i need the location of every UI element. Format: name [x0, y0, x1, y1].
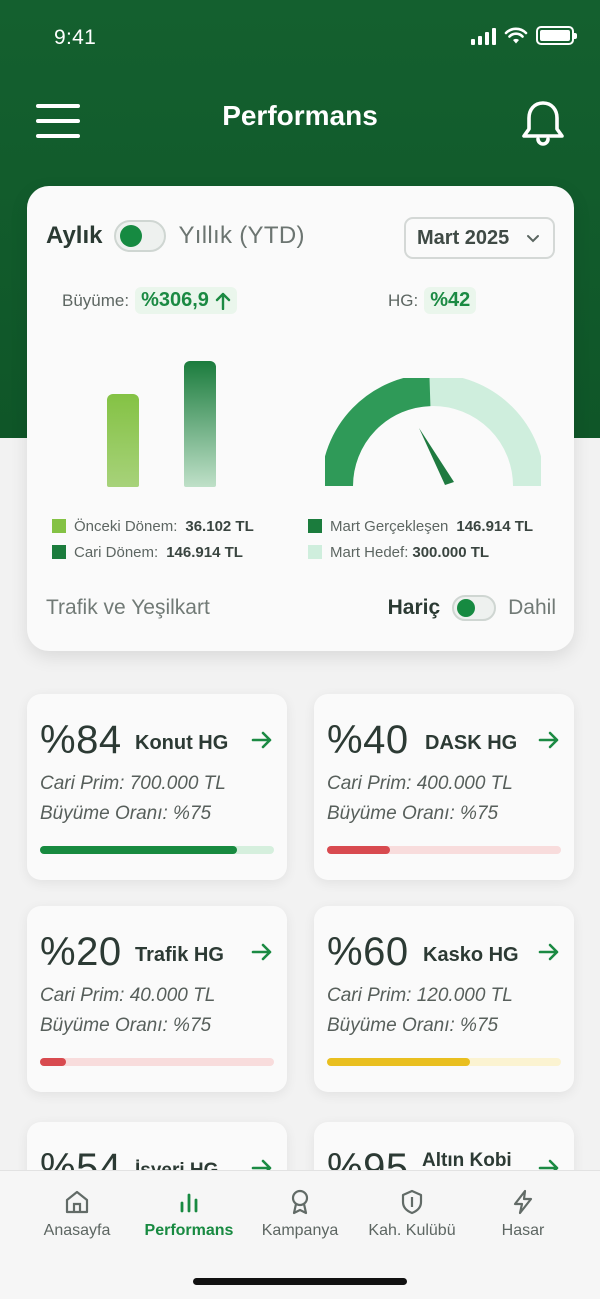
kpi-current-premium: Cari Prim: 40.000 TL: [40, 985, 216, 1006]
period-yearly-label[interactable]: Yıllık (YTD): [178, 222, 304, 250]
kpi-progress-track: [327, 1058, 561, 1066]
kpi-name: Trafik HG: [135, 944, 224, 966]
tab-performans[interactable]: Performans: [129, 1189, 249, 1240]
tab-label: Performans: [144, 1222, 234, 1239]
kpi-growth-rate: Büyüme Oranı: %75: [40, 803, 212, 824]
wifi-icon: [504, 27, 528, 43]
tab-kah-kulubu[interactable]: Kah. Kulübü: [352, 1189, 472, 1240]
kpi-current-premium: Cari Prim: 700.000 TL: [40, 773, 226, 794]
gauge-actual-arc: [325, 378, 431, 487]
bar-chart-icon: [180, 1193, 198, 1213]
kpi-percent: %84: [40, 718, 122, 762]
kpi-progress-fill: [327, 846, 391, 854]
legend-swatch-actual: [308, 519, 322, 533]
kpi-progress-fill: [40, 846, 237, 854]
kpi-percent: %40: [327, 718, 409, 762]
gauge-legend: Mart Gerçekleşen 146.914 TL Mart Hedef: 30…: [308, 513, 533, 565]
arrow-right-icon[interactable]: [251, 730, 273, 750]
legend-actual-label: Mart Gerçekleşen: [330, 517, 449, 535]
arrow-right-icon[interactable]: [538, 942, 560, 962]
legend-swatch-current: [52, 545, 66, 559]
tab-kampanya[interactable]: Kampanya: [240, 1189, 360, 1240]
kpi-name: Konut HG: [135, 732, 229, 754]
home-indicator: [193, 1278, 407, 1285]
kpi-progress-track: [40, 1058, 274, 1066]
tab-label: Kah. Kulübü: [368, 1222, 456, 1239]
legend-previous-label: Önceki Dönem:: [74, 517, 178, 535]
kpi-name: DASK HG: [425, 732, 518, 754]
gauge-needle: [419, 428, 454, 485]
period-switch: Aylık Yıllık (YTD): [46, 220, 305, 252]
period-toggle[interactable]: [114, 220, 167, 252]
notifications-button[interactable]: [518, 98, 568, 148]
hg-label: HG:: [388, 290, 419, 310]
tab-anasayfa[interactable]: Anasayfa: [17, 1189, 137, 1240]
bar-legend: Önceki Dönem: 36.102 TL Cari Dönem: 146.91…: [52, 513, 254, 565]
hg-stat: HG: %42: [388, 287, 477, 314]
kpi-current-premium: Cari Prim: 400.000 TL: [327, 773, 513, 794]
kpi-current-premium: Cari Prim: 120.000 TL: [327, 985, 513, 1006]
arrow-right-icon[interactable]: [251, 942, 273, 962]
bell-icon: [522, 101, 564, 146]
arrow-right-icon[interactable]: [538, 730, 560, 750]
home-icon: [65, 1190, 89, 1214]
legend-target-value: 300.000 TL: [412, 543, 490, 561]
traffic-filter-row: Trafik ve Yeşilkart Hariç Dahil: [46, 590, 556, 626]
bar-previous-period: [107, 393, 139, 487]
kpi-name: Altın Kobi: [422, 1150, 512, 1171]
chevron-down-icon: [527, 235, 539, 243]
kpi-progress-fill: [327, 1058, 470, 1066]
legend-swatch-target: [308, 545, 322, 559]
battery-icon: [536, 26, 577, 45]
legend-swatch-previous: [52, 519, 66, 533]
kpi-progress-fill: [40, 1058, 66, 1066]
tab-label: Anasayfa: [43, 1222, 111, 1239]
legend-current-value: 146.914 TL: [166, 543, 243, 561]
kpi-card-dask[interactable]: %40 DASK HG Cari Prim: 400.000 TL Büyüme…: [314, 694, 574, 880]
status-icons: [471, 26, 577, 45]
kpi-percent: %60: [327, 930, 409, 974]
period-monthly-label[interactable]: Aylık: [46, 222, 102, 250]
legend-actual-value: 146.914 TL: [456, 517, 534, 535]
kpi-growth-rate: Büyüme Oranı: %75: [327, 803, 499, 824]
legend-previous-value: 36.102 TL: [185, 517, 254, 535]
exclude-label[interactable]: Hariç: [388, 596, 441, 620]
legend-target-label: Mart Hedef:: [330, 543, 409, 561]
target-gauge: [325, 378, 541, 487]
status-bar: 9:41: [0, 0, 600, 70]
status-time: 9:41: [54, 26, 97, 49]
shield-icon: [401, 1189, 423, 1215]
page-title: Performans: [222, 100, 378, 131]
kpi-name: Kasko HG: [423, 944, 519, 966]
bar-current-period: [184, 361, 216, 487]
hg-value: %42: [424, 287, 477, 314]
tab-label: Kampanya: [261, 1222, 339, 1239]
arrow-up-icon: [215, 292, 231, 310]
growth-value-pill: %306,9: [135, 287, 237, 314]
growth-stat: Büyüme: %306,9: [62, 287, 237, 314]
kpi-card-trafik[interactable]: %20 Trafik HG Cari Prim: 40.000 TL Büyüm…: [27, 906, 287, 1092]
legend-current-label: Cari Dönem:: [74, 543, 159, 561]
kpi-card-kasko[interactable]: %60 Kasko HG Cari Prim: 120.000 TL Büyüm…: [314, 906, 574, 1092]
kpi-growth-rate: Büyüme Oranı: %75: [40, 1015, 212, 1036]
traffic-label: Trafik ve Yeşilkart: [46, 596, 210, 619]
summary-card: Aylık Yıllık (YTD) Mart 2025 Büyüme: %30…: [27, 186, 574, 651]
month-select-value: Mart 2025: [417, 226, 510, 249]
signal-icon: [471, 27, 496, 45]
kpi-growth-rate: Büyüme Oranı: %75: [327, 1015, 499, 1036]
include-label[interactable]: Dahil: [508, 596, 556, 620]
kpi-progress-track: [40, 846, 274, 854]
growth-label: Büyüme:: [62, 290, 130, 310]
traffic-toggle[interactable]: [452, 595, 497, 621]
lightning-icon: [513, 1189, 533, 1215]
tab-label: Hasar: [501, 1222, 545, 1239]
month-select[interactable]: Mart 2025: [404, 217, 555, 259]
kpi-percent: %20: [40, 930, 122, 974]
badge-icon: [291, 1189, 309, 1215]
kpi-card-konut[interactable]: %84 Konut HG Cari Prim: 700.000 TL Büyüm…: [27, 694, 287, 880]
growth-value: %306,9: [141, 289, 209, 311]
tab-hasar[interactable]: Hasar: [463, 1189, 583, 1240]
kpi-progress-track: [327, 846, 561, 854]
comparison-bar-chart: [107, 361, 217, 487]
